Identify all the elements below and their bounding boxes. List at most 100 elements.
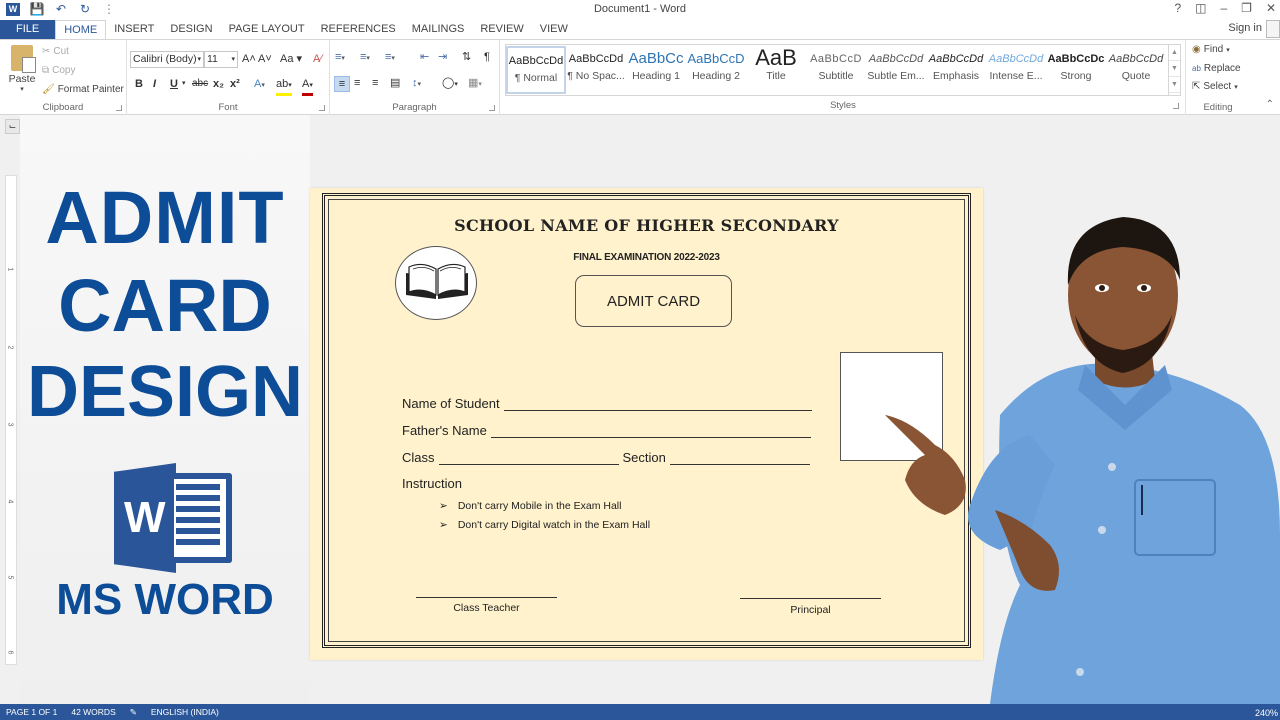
italic-button[interactable]: I (153, 77, 156, 91)
tab-design[interactable]: DESIGN (162, 20, 220, 39)
proofing-icon[interactable]: ✎ (130, 707, 137, 718)
style-heading-2[interactable]: AaBbCcD Heading 2 (686, 46, 746, 94)
account-avatar[interactable] (1266, 20, 1280, 38)
paste-dropdown-icon[interactable]: ▾ (8, 85, 36, 93)
scroll-up-icon[interactable]: ▲ (1169, 45, 1180, 61)
styles-launcher-icon[interactable] (1173, 103, 1179, 109)
clipboard-label: Clipboard (42, 102, 84, 113)
replace-button[interactable]: ab Replace (1192, 63, 1241, 74)
style-subtitle[interactable]: AaBbCcD Subtitle (806, 46, 866, 94)
vertical-ruler[interactable]: 1 2 3 4 5 6 (5, 175, 17, 665)
select-button[interactable]: ⇱ Select ▾ (1192, 81, 1238, 92)
bullets-icon[interactable]: ≡▾ (335, 50, 345, 66)
superscript-button[interactable]: x² (230, 77, 240, 91)
font-launcher-icon[interactable] (319, 105, 325, 111)
align-right-icon[interactable]: ≡ (372, 76, 378, 90)
font-size-combo[interactable]: 11 ▾ (204, 51, 238, 68)
styles-scrollbar[interactable]: ▲ ▼ ▼ (1168, 45, 1180, 95)
justify-icon[interactable]: ▤ (390, 76, 400, 90)
tab-page-layout[interactable]: PAGE LAYOUT (221, 20, 313, 39)
sort-icon[interactable]: ⇅ (462, 50, 471, 64)
close-icon[interactable]: ✕ (1266, 1, 1276, 15)
scroll-down-icon[interactable]: ▼ (1169, 61, 1180, 77)
instruction-heading[interactable]: Instruction (402, 476, 462, 491)
bold-button[interactable]: B (135, 77, 143, 91)
paintbrush-icon: 🖌 (42, 84, 55, 95)
decrease-indent-icon[interactable]: ⇤ (420, 50, 429, 64)
numbering-icon[interactable]: ≡▾ (360, 50, 370, 66)
find-button[interactable]: ◉ Find ▾ (1192, 44, 1230, 55)
strikethrough-button[interactable]: abc (192, 77, 208, 91)
format-painter-button[interactable]: 🖌 Format Painter (42, 84, 124, 95)
tab-review[interactable]: REVIEW (472, 20, 531, 39)
class-line (438, 452, 619, 465)
ribbon-display-icon[interactable]: ◫ (1195, 1, 1206, 15)
book-logo[interactable] (395, 246, 477, 320)
minimize-icon[interactable]: – (1220, 1, 1227, 15)
paragraph-launcher-icon[interactable] (489, 105, 495, 111)
open-book-icon (406, 263, 468, 299)
style-emphasis[interactable]: AaBbCcDd Emphasis (926, 46, 986, 94)
admit-card-title[interactable]: ADMIT CARD (575, 275, 732, 327)
class-field[interactable]: Class Section (402, 450, 810, 465)
collapse-ribbon-icon[interactable]: ⌃ (1266, 99, 1274, 110)
student-name-field[interactable]: Name of Student (402, 396, 812, 411)
style-title[interactable]: AaB Title (746, 46, 806, 94)
clear-formatting-icon[interactable]: A∕ (313, 52, 322, 66)
scissors-icon: ✂ (42, 46, 51, 57)
style-subtle-emphasis[interactable]: AaBbCcDd Subtle Em... (866, 46, 926, 94)
grow-font-button[interactable]: A˄ (242, 52, 256, 66)
multilevel-list-icon[interactable]: ≡▾ (385, 50, 395, 66)
help-button[interactable]: ? (1174, 1, 1181, 15)
underline-button[interactable]: U (170, 77, 178, 91)
instruction-item[interactable]: ➢ Don't carry Mobile in the Exam Hall (439, 500, 621, 512)
shrink-font-button[interactable]: A˅ (258, 52, 272, 66)
student-name-line (503, 398, 812, 411)
style-intense-emphasis[interactable]: AaBbCcDd Intense E... (986, 46, 1046, 94)
underline-dropdown-icon[interactable]: ▾ (182, 77, 186, 91)
style-heading-1[interactable]: AaBbCc Heading 1 (626, 46, 686, 94)
show-formatting-icon[interactable]: ¶ (484, 50, 490, 64)
clipboard-launcher-icon[interactable] (116, 105, 122, 111)
change-case-button[interactable]: Aa ▾ (280, 52, 302, 66)
highlight-color-icon[interactable]: ab▾ (276, 77, 292, 96)
language[interactable]: ENGLISH (INDIA) (151, 707, 219, 717)
style-quote[interactable]: AaBbCcDd Quote (1106, 46, 1166, 94)
tab-home[interactable]: HOME (55, 20, 107, 39)
word-window: W 💾 ↶ ↻ ⋮ Document1 - Word ? ◫ – ❐ ✕ FIL… (0, 0, 1280, 720)
page-count[interactable]: PAGE 1 OF 1 (6, 707, 57, 717)
restore-icon[interactable]: ❐ (1241, 1, 1252, 15)
instruction-item[interactable]: ➢ Don't carry Digital watch in the Exam … (439, 519, 650, 531)
sign-in-link[interactable]: Sign in (1228, 22, 1262, 34)
increase-indent-icon[interactable]: ⇥ (438, 50, 447, 64)
more-styles-icon[interactable]: ▼ (1169, 77, 1180, 93)
word-count[interactable]: 42 WORDS (71, 707, 115, 717)
align-left-icon[interactable]: ≡ (334, 76, 350, 92)
tab-references[interactable]: REFERENCES (313, 20, 404, 39)
font-name-combo[interactable]: Calibri (Body) ▾ (130, 51, 204, 68)
ms-word-logo: W (114, 463, 232, 573)
tab-file[interactable]: FILE (0, 20, 56, 39)
zoom-level[interactable]: 240% (1255, 708, 1278, 718)
paragraph-label: Paragraph (392, 102, 437, 113)
tab-view[interactable]: VIEW (532, 20, 576, 39)
binoculars-icon: ◉ (1192, 44, 1201, 55)
shading-icon[interactable]: ◯▾ (442, 76, 458, 92)
text-effects-icon[interactable]: A▾ (254, 77, 265, 93)
style-normal[interactable]: AaBbCcDd ¶ Normal (506, 46, 566, 94)
style-strong[interactable]: AaBbCcDc Strong (1046, 46, 1106, 94)
copy-button[interactable]: ⧉ Copy (42, 65, 76, 76)
school-name[interactable]: SCHOOL NAME OF HIGHER SECONDARY (329, 216, 964, 235)
line-spacing-icon[interactable]: ↕▾ (412, 76, 421, 92)
tab-insert[interactable]: INSERT (106, 20, 162, 39)
font-color-icon[interactable]: A▾ (302, 77, 313, 96)
style-no-spacing[interactable]: AaBbCcDd ¶ No Spac... (566, 46, 626, 94)
borders-icon[interactable]: ▦▾ (468, 76, 482, 92)
align-center-icon[interactable]: ≡ (354, 76, 360, 90)
subscript-button[interactable]: x₂ (213, 77, 224, 91)
father-name-field[interactable]: Father's Name (402, 423, 811, 438)
paste-button[interactable]: Paste ▾ (8, 45, 36, 93)
tab-mailings[interactable]: MAILINGS (404, 20, 473, 39)
tab-selector-icon[interactable]: ⌙ (5, 119, 20, 134)
cut-button[interactable]: ✂ Cut (42, 46, 69, 57)
